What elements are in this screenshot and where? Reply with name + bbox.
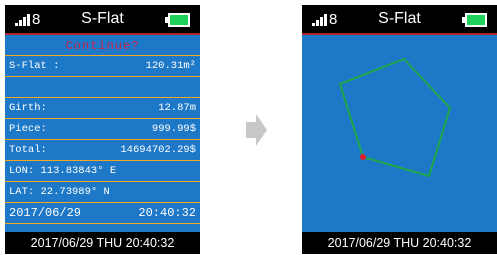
continue-prompt-row[interactable]: Continue? — [5, 35, 200, 56]
datetime-row: 2017/06/29 20:40:32 — [5, 203, 200, 224]
piece-row: Piece: 999.99$ — [5, 119, 200, 140]
measurement-panel: Continue? S-Flat : 120.31m² Girth: 12.87… — [5, 35, 200, 232]
longitude-value: LON: 113.83843° E — [9, 165, 117, 177]
girth-label: Girth: — [9, 102, 47, 114]
right-device-screen: 8 S-Flat 2017/06/29 THU 20:40:32 — [302, 5, 497, 254]
empty-row — [5, 77, 200, 98]
total-row: Total: 14694702.29$ — [5, 140, 200, 161]
total-value: 14694702.29$ — [120, 144, 196, 156]
latitude-row: LAT: 22.73989° N — [5, 182, 200, 203]
map-canvas — [338, 57, 452, 178]
right-arrow-icon — [246, 114, 267, 146]
total-label: Total: — [9, 144, 47, 156]
continue-prompt[interactable]: Continue? — [5, 39, 200, 53]
footer-datetime: 2017/06/29 THU 20:40:32 — [302, 232, 497, 254]
area-row: S-Flat : 120.31m² — [5, 56, 200, 77]
latitude-value: LAT: 22.73989° N — [9, 186, 110, 198]
measurement-map — [302, 35, 497, 232]
start-point-marker — [360, 154, 366, 160]
girth-row: Girth: 12.87m — [5, 98, 200, 119]
footer-datetime: 2017/06/29 THU 20:40:32 — [5, 232, 200, 254]
battery-icon — [462, 13, 487, 27]
status-bar: 8 S-Flat — [302, 5, 497, 35]
longitude-row: LON: 113.83843° E — [5, 161, 200, 182]
date-value: 2017/06/29 — [9, 206, 82, 220]
piece-value: 999.99$ — [151, 123, 196, 135]
status-bar: 8 S-Flat — [5, 5, 200, 35]
piece-label: Piece: — [9, 123, 47, 135]
left-device-screen: 8 S-Flat Continue? S-Flat : 120.31m² Gir… — [5, 5, 200, 254]
area-label: S-Flat : — [9, 60, 60, 72]
area-value: 120.31m² — [145, 60, 196, 72]
battery-icon — [165, 13, 190, 27]
measured-area-polygon — [338, 57, 452, 178]
time-value: 20:40:32 — [138, 206, 196, 220]
girth-value: 12.87m — [158, 102, 196, 114]
